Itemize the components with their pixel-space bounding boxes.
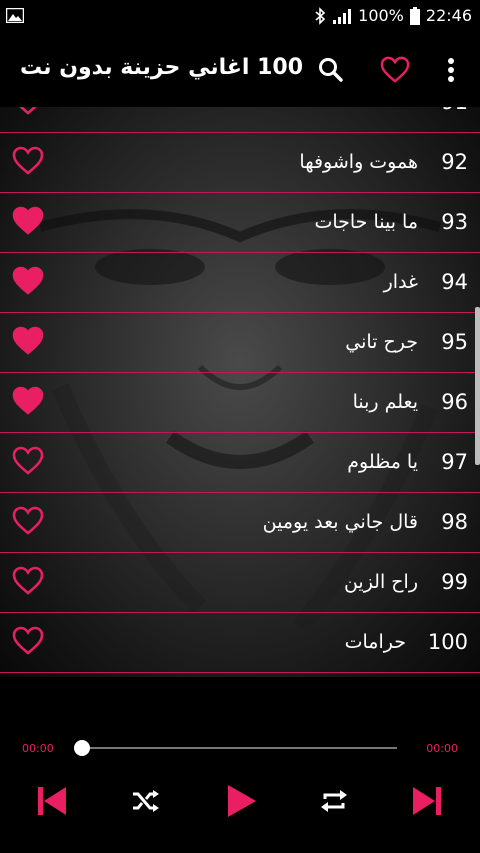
total-time: 00:00: [426, 742, 458, 755]
heart-filled-icon[interactable]: [12, 386, 44, 416]
list-item[interactable]: 98 قال جاني بعد يومين: [0, 492, 480, 553]
list-item[interactable]: 93 ما بينا حاجات: [0, 192, 480, 253]
heart-outline-icon[interactable]: [12, 626, 44, 656]
track-number: 93: [441, 210, 468, 234]
shuffle-button[interactable]: [125, 781, 165, 821]
search-icon: [319, 58, 343, 82]
search-button[interactable]: [316, 55, 346, 85]
seek-thumb[interactable]: [74, 740, 90, 756]
track-number: 94: [441, 270, 468, 294]
track-number: 97: [441, 450, 468, 474]
track-title: غدار: [383, 271, 418, 293]
list-scrollbar[interactable]: [475, 307, 480, 465]
list-item[interactable]: 96 يعلم ربنا: [0, 372, 480, 433]
track-number: 96: [441, 390, 468, 414]
track-title: حرامات: [344, 631, 406, 653]
heart-outline-icon: [380, 56, 410, 83]
play-button[interactable]: [222, 781, 262, 821]
previous-button[interactable]: [31, 781, 71, 821]
list-item[interactable]: 99 راح الزين: [0, 552, 480, 613]
song-list[interactable]: 91 92 هموت واشوفها 93 ما بينا حاجات 94 غ…: [0, 107, 480, 677]
player-bar: 00:00 00:00: [0, 677, 480, 853]
heart-filled-icon[interactable]: [12, 206, 44, 236]
skip-next-icon: [413, 787, 441, 815]
track-title: قال جاني بعد يومين: [262, 511, 418, 533]
track-number: 95: [441, 330, 468, 354]
heart-outline-icon[interactable]: [12, 146, 44, 176]
battery-percent: 100%: [358, 6, 404, 25]
track-title: جرح تاني: [345, 331, 418, 353]
track-title: هموت واشوفها: [299, 151, 418, 173]
image-notification-icon: [6, 8, 24, 23]
heart-outline-icon[interactable]: [12, 566, 44, 596]
list-item[interactable]: 97 يا مظلوم: [0, 432, 480, 493]
seek-bar[interactable]: [82, 747, 397, 749]
track-number: 99: [441, 570, 468, 594]
skip-previous-icon: [38, 787, 66, 815]
overflow-menu-button[interactable]: [436, 55, 466, 85]
status-right: 100% 22:46: [314, 6, 472, 25]
bluetooth-icon: [315, 6, 326, 25]
heart-outline-icon[interactable]: [12, 446, 44, 476]
track-title: راح الزين: [343, 571, 418, 593]
heart-outline-icon[interactable]: [12, 107, 44, 116]
track-number: 100: [427, 630, 468, 654]
clock: 22:46: [425, 6, 472, 25]
track-title: يعلم ربنا: [352, 391, 418, 413]
track-number: 91: [441, 107, 468, 132]
signal-icon: [333, 8, 352, 24]
track-title: يا مظلوم: [347, 451, 418, 473]
favorites-button[interactable]: [380, 55, 410, 85]
status-bar: 100% 22:46: [0, 0, 480, 33]
app-bar: 100 اغاني حزينة بدون نت: [0, 33, 480, 107]
play-icon: [228, 785, 256, 817]
list-item[interactable]: 92 هموت واشوفها: [0, 132, 480, 193]
shuffle-icon: [133, 790, 159, 812]
list-item[interactable]: 100 حرامات: [0, 612, 480, 673]
track-number: 98: [441, 510, 468, 534]
more-vert-icon: [448, 58, 454, 82]
next-button[interactable]: [408, 781, 448, 821]
track-title: ما بينا حاجات: [314, 211, 418, 233]
list-item[interactable]: 94 غدار: [0, 252, 480, 313]
list-item[interactable]: 95 جرح تاني: [0, 312, 480, 373]
heart-filled-icon[interactable]: [12, 326, 44, 356]
app-title: 100 اغاني حزينة بدون نت: [20, 55, 304, 80]
repeat-icon: [321, 790, 347, 812]
heart-outline-icon[interactable]: [12, 506, 44, 536]
track-number: 92: [441, 150, 468, 174]
heart-filled-icon[interactable]: [12, 266, 44, 296]
list-item-partial[interactable]: 91: [0, 107, 480, 133]
elapsed-time: 00:00: [22, 742, 54, 755]
battery-icon: [409, 6, 420, 25]
repeat-button[interactable]: [314, 781, 354, 821]
